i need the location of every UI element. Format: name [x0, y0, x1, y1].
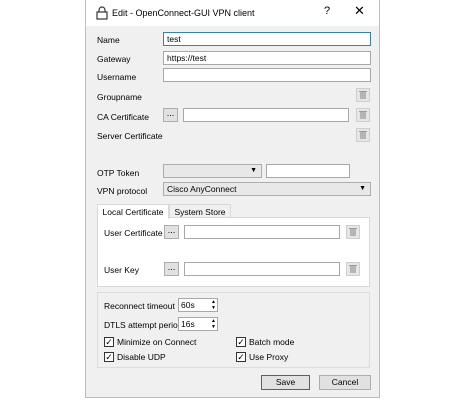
- groupname-clear-button[interactable]: [356, 88, 370, 102]
- user-certificate-browse-button[interactable]: ...: [164, 225, 179, 239]
- save-button[interactable]: Save: [261, 375, 310, 390]
- user-key-browse-button[interactable]: ...: [164, 262, 179, 276]
- dtls-attempt-label: DTLS attempt period: [104, 320, 183, 330]
- reconnect-timeout-spinbox[interactable]: 60s ▲ ▼: [178, 298, 218, 312]
- name-label: Name: [97, 35, 120, 45]
- title-bar: Edit - OpenConnect-GUI VPN client ? ✕: [86, 0, 379, 26]
- use-proxy-label: Use Proxy: [249, 352, 289, 362]
- reconnect-timeout-value: 60s: [181, 300, 195, 310]
- groupname-label: Groupname: [97, 92, 142, 102]
- chevron-down-icon: ▼: [250, 167, 257, 174]
- user-certificate-clear-button[interactable]: [346, 225, 360, 239]
- trash-icon: [359, 91, 367, 99]
- window-title: Edit - OpenConnect-GUI VPN client: [112, 8, 255, 18]
- tab-system-store[interactable]: System Store: [169, 204, 231, 218]
- options-panel: Reconnect timeout 60s ▲ ▼ DTLS attempt pe…: [97, 292, 370, 368]
- help-button[interactable]: ?: [324, 5, 330, 17]
- use-proxy-checkbox[interactable]: ✓: [236, 352, 246, 362]
- server-certificate-label: Server Certificate: [97, 131, 163, 141]
- ca-certificate-label: CA Certificate: [97, 112, 149, 122]
- ca-certificate-clear-button[interactable]: [356, 108, 370, 122]
- reconnect-timeout-label: Reconnect timeout: [104, 301, 175, 311]
- user-key-label: User Key: [104, 265, 139, 275]
- gateway-label: Gateway: [97, 54, 131, 64]
- cancel-button[interactable]: Cancel: [319, 375, 371, 390]
- batch-mode-checkbox[interactable]: ✓: [236, 337, 246, 347]
- name-input[interactable]: test: [163, 32, 371, 46]
- chevron-down-icon: ▼: [359, 185, 366, 192]
- batch-mode-label: Batch mode: [249, 337, 295, 347]
- edit-dialog: Edit - OpenConnect-GUI VPN client ? ✕ Na…: [85, 0, 380, 398]
- dtls-attempt-value: 16s: [181, 319, 195, 329]
- vpn-protocol-value: Cisco AnyConnect: [167, 184, 237, 194]
- gateway-input[interactable]: https://test: [163, 51, 371, 65]
- lock-icon: [96, 6, 108, 20]
- disable-udp-checkbox[interactable]: ✓: [104, 352, 114, 362]
- minimize-on-connect-label: Minimize on Connect: [117, 337, 197, 347]
- trash-icon: [349, 265, 357, 273]
- trash-icon: [359, 131, 367, 139]
- local-certificate-panel: User Certificate ... User Key ...: [97, 217, 370, 287]
- otp-secret-input[interactable]: [266, 164, 350, 178]
- vpn-protocol-select[interactable]: Cisco AnyConnect ▼: [163, 182, 371, 196]
- server-certificate-clear-button[interactable]: [356, 128, 370, 142]
- spin-arrows-icon[interactable]: ▲ ▼: [211, 299, 216, 311]
- trash-icon: [359, 111, 367, 119]
- user-key-clear-button[interactable]: [346, 262, 360, 276]
- trash-icon: [349, 228, 357, 236]
- user-key-input[interactable]: [184, 262, 340, 276]
- otp-type-select[interactable]: ▼: [163, 164, 262, 178]
- spin-arrows-icon[interactable]: ▲ ▼: [211, 318, 216, 330]
- ca-certificate-input[interactable]: [183, 108, 349, 122]
- vpn-protocol-label: VPN protocol: [97, 186, 148, 196]
- username-label: Username: [97, 72, 137, 82]
- ca-certificate-browse-button[interactable]: ...: [163, 108, 178, 122]
- disable-udp-label: Disable UDP: [117, 352, 166, 362]
- user-certificate-label: User Certificate: [104, 228, 163, 238]
- dtls-attempt-spinbox[interactable]: 16s ▲ ▼: [178, 317, 218, 331]
- minimize-on-connect-checkbox[interactable]: ✓: [104, 337, 114, 347]
- username-input[interactable]: [163, 68, 371, 82]
- otp-token-label: OTP Token: [97, 168, 140, 178]
- user-certificate-input[interactable]: [184, 225, 340, 239]
- tab-local-certificate[interactable]: Local Certificate: [97, 204, 169, 219]
- close-button[interactable]: ✕: [354, 3, 365, 19]
